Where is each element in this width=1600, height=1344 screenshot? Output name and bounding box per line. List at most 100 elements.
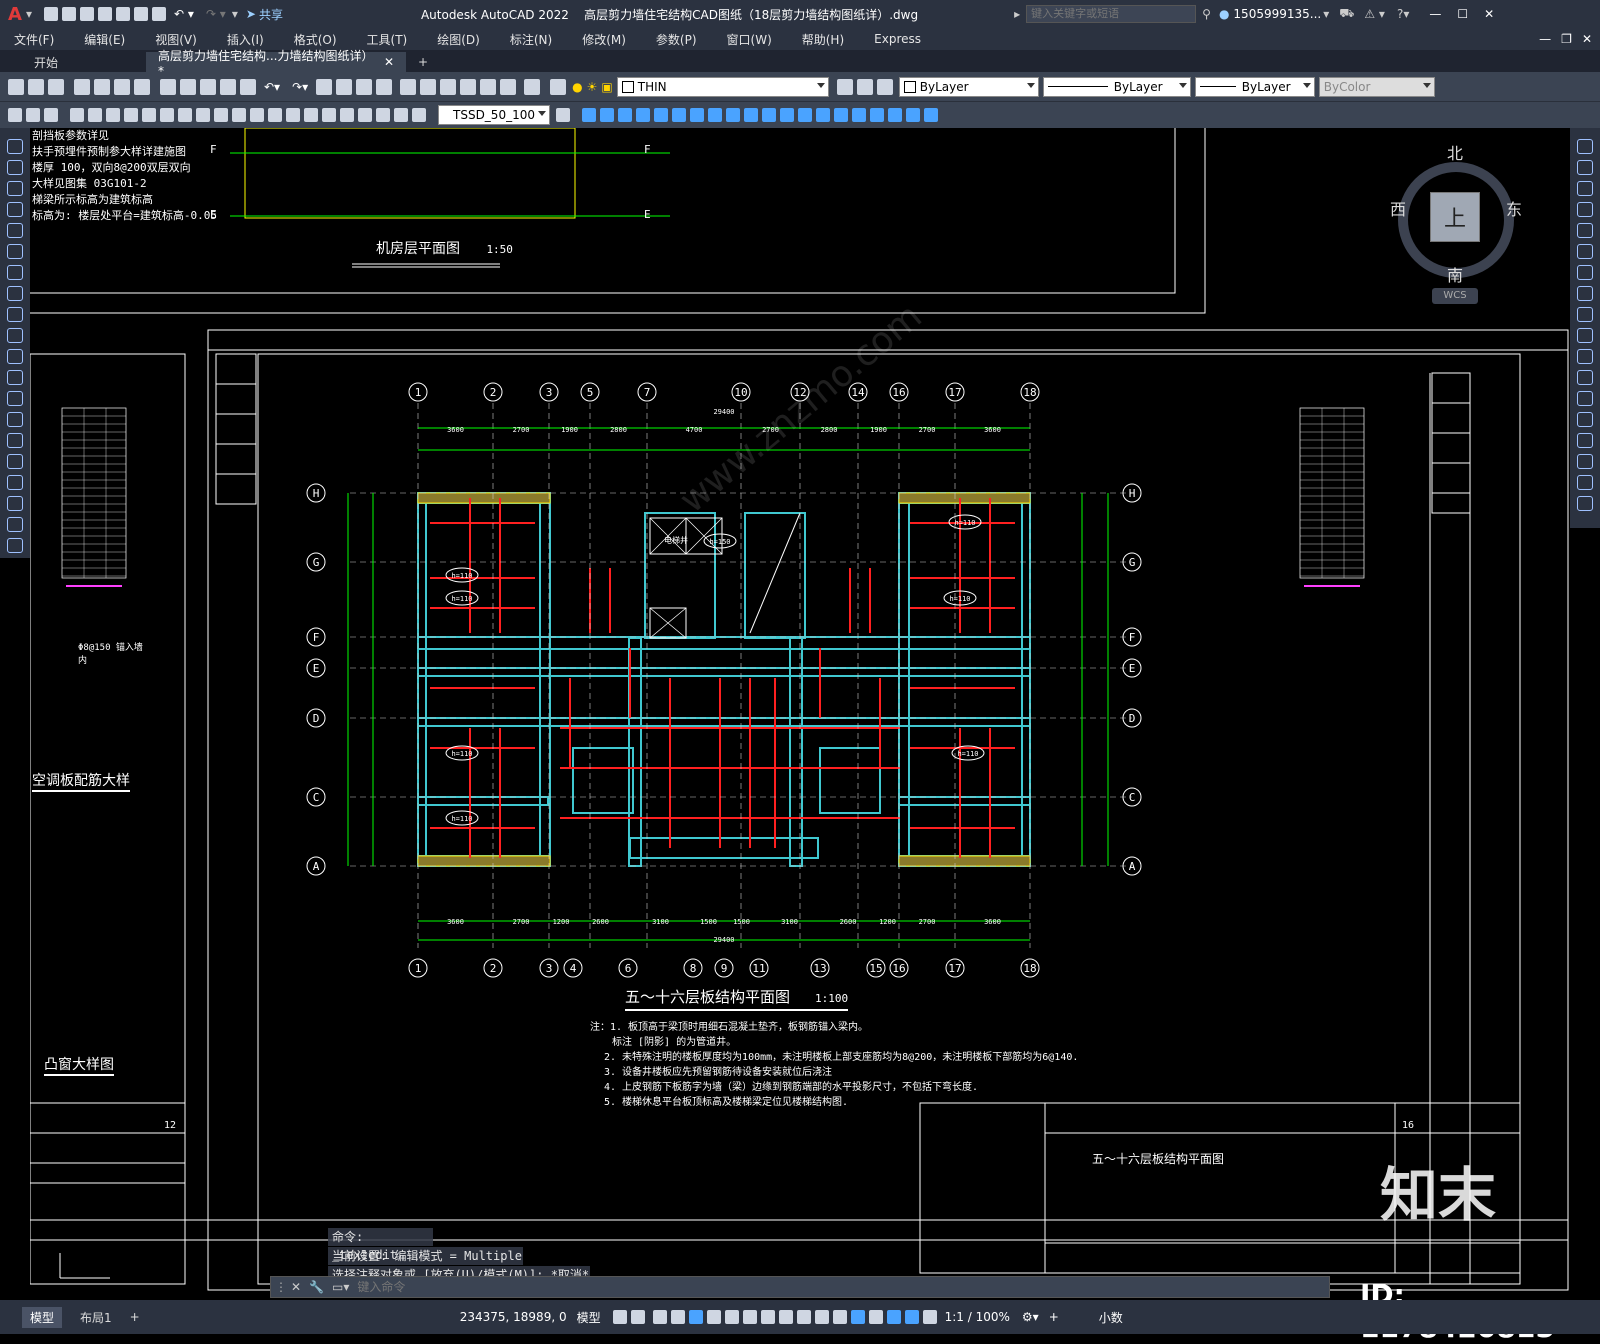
open-web-icon[interactable] — [116, 7, 131, 21]
revcloud-icon[interactable] — [7, 286, 23, 301]
doc-close-icon[interactable]: ✕ — [1582, 32, 1592, 46]
view-r-icon[interactable] — [888, 108, 902, 122]
transparency-icon[interactable] — [796, 1310, 811, 1324]
dim-update-icon[interactable] — [412, 108, 426, 122]
menu-file[interactable]: 文件(F) — [14, 31, 54, 48]
drawing-canvas[interactable]: F E F E 电梯井 h=110 h=110 h=150 h=110 h=110 h=1… — [30, 128, 1570, 1300]
doc-restore-icon[interactable]: ❐ — [1561, 32, 1572, 46]
tab-model[interactable]: 模型 — [22, 1306, 63, 1328]
view-p-icon[interactable] — [852, 108, 866, 122]
help-icon[interactable] — [524, 78, 541, 95]
save-icon[interactable] — [80, 7, 95, 21]
stretch-icon[interactable] — [1577, 307, 1593, 322]
calculator-icon[interactable] — [500, 78, 517, 95]
view-e-icon[interactable] — [654, 108, 668, 122]
units-display[interactable]: 小数 — [1099, 1309, 1123, 1326]
layer-current-icon[interactable] — [836, 78, 853, 95]
add-icon[interactable]: + — [1049, 1310, 1059, 1324]
doc-minimize-icon[interactable]: — — [1539, 32, 1551, 46]
view-a-icon[interactable] — [582, 108, 596, 122]
compass-north[interactable]: 北 — [1447, 140, 1463, 164]
dimstyle-manager-icon[interactable] — [556, 108, 570, 122]
array-icon[interactable] — [1577, 223, 1593, 238]
add-tab-button[interactable]: + — [406, 52, 440, 72]
tool-c-icon[interactable] — [44, 108, 58, 122]
view-b-icon[interactable] — [600, 108, 614, 122]
app-menu-arrow-icon[interactable]: ▾ — [26, 7, 32, 21]
search-icon[interactable]: ⚲ — [1202, 7, 1211, 21]
menu-draw[interactable]: 绘图(D) — [437, 31, 480, 48]
join-icon[interactable] — [1577, 412, 1593, 427]
compass-west[interactable]: 西 — [1390, 196, 1406, 220]
compass-south[interactable]: 南 — [1447, 262, 1463, 286]
open-icon[interactable] — [28, 78, 44, 95]
designcenter-icon[interactable] — [420, 78, 437, 95]
view-s-icon[interactable] — [906, 108, 920, 122]
dim-diameter-icon[interactable] — [178, 108, 192, 122]
menu-window[interactable]: 窗口(W) — [727, 31, 772, 48]
help-search-input[interactable] — [1026, 5, 1197, 23]
circle-icon[interactable] — [7, 265, 23, 280]
auto-scale-icon[interactable] — [904, 1310, 919, 1324]
toolpalettes-icon[interactable] — [440, 78, 457, 95]
plotstyle-select[interactable]: ByColor — [1318, 76, 1435, 97]
view-q-icon[interactable] — [870, 108, 884, 122]
nav-arrow-icon[interactable]: ▸ — [1014, 7, 1020, 21]
layer-previous-icon[interactable] — [856, 78, 873, 95]
dim-linear-icon[interactable] — [70, 108, 84, 122]
rectangle-icon[interactable] — [7, 223, 23, 238]
copy-object-icon[interactable] — [1577, 160, 1593, 175]
model-space-toggle[interactable]: 模型 — [577, 1309, 601, 1326]
menu-express[interactable]: Express — [874, 32, 921, 46]
sheetset-icon[interactable] — [460, 78, 477, 95]
dim-continue-icon[interactable] — [250, 108, 264, 122]
add-layout-button[interactable]: + — [130, 1310, 140, 1324]
view-f-icon[interactable] — [672, 108, 686, 122]
viewcube[interactable]: 北 南 西 东 上 WCS — [1390, 140, 1530, 340]
lineweight-toggle-icon[interactable] — [778, 1310, 793, 1324]
paste-icon[interactable] — [200, 78, 216, 95]
dim-aligned-icon[interactable] — [88, 108, 102, 122]
move-icon[interactable] — [1577, 244, 1593, 259]
tool-a-icon[interactable] — [8, 108, 22, 122]
layer-properties-icon[interactable] — [550, 78, 567, 95]
snap-icon[interactable] — [630, 1310, 645, 1324]
dim-quick-icon[interactable] — [214, 108, 228, 122]
region-icon[interactable] — [7, 475, 23, 490]
dim-radius-icon[interactable] — [142, 108, 156, 122]
layer-bulb-icon[interactable]: ● — [572, 80, 582, 94]
gizmo-icon[interactable] — [868, 1310, 883, 1324]
plot-icon[interactable] — [152, 7, 167, 21]
close-icon[interactable]: ✕ — [1484, 7, 1494, 21]
view-k-icon[interactable] — [762, 108, 776, 122]
polyline-icon[interactable] — [7, 181, 23, 196]
menu-view[interactable]: 视图(V) — [155, 31, 197, 48]
infer-icon[interactable] — [652, 1310, 667, 1324]
saveas-icon[interactable] — [98, 7, 113, 21]
publish-icon[interactable] — [114, 78, 130, 95]
coordinates[interactable]: 234375, 18989, 0 — [460, 1310, 567, 1324]
command-customize-icon[interactable]: 🔧 — [309, 1280, 324, 1294]
redo-icon[interactable]: ↷▾ — [292, 80, 308, 94]
qnew-icon[interactable] — [8, 78, 24, 95]
plot-icon[interactable] — [74, 78, 90, 95]
undo-icon[interactable]: ↶▾ — [264, 80, 280, 94]
hatch-icon[interactable] — [7, 433, 23, 448]
offset-icon[interactable] — [1577, 202, 1593, 217]
blockeditor-icon[interactable] — [240, 78, 256, 95]
extend-icon[interactable] — [1577, 349, 1593, 364]
dim-break-icon[interactable] — [286, 108, 300, 122]
view-t-icon[interactable] — [924, 108, 938, 122]
save-web-icon[interactable] — [134, 7, 149, 21]
3dosnap-icon[interactable] — [832, 1310, 847, 1324]
copy-icon[interactable] — [180, 78, 196, 95]
mirror-icon[interactable] — [1577, 181, 1593, 196]
share-button[interactable]: ➤ 共享 — [246, 6, 283, 23]
layer-match-icon[interactable] — [876, 78, 893, 95]
view-l-icon[interactable] — [780, 108, 794, 122]
line-icon[interactable] — [7, 139, 23, 154]
command-recent-icon[interactable]: ▭▾ — [332, 1280, 349, 1294]
view-g-icon[interactable] — [690, 108, 704, 122]
annotation-visibility-icon[interactable] — [886, 1310, 901, 1324]
layer-sun-icon[interactable]: ☀ — [587, 80, 598, 94]
